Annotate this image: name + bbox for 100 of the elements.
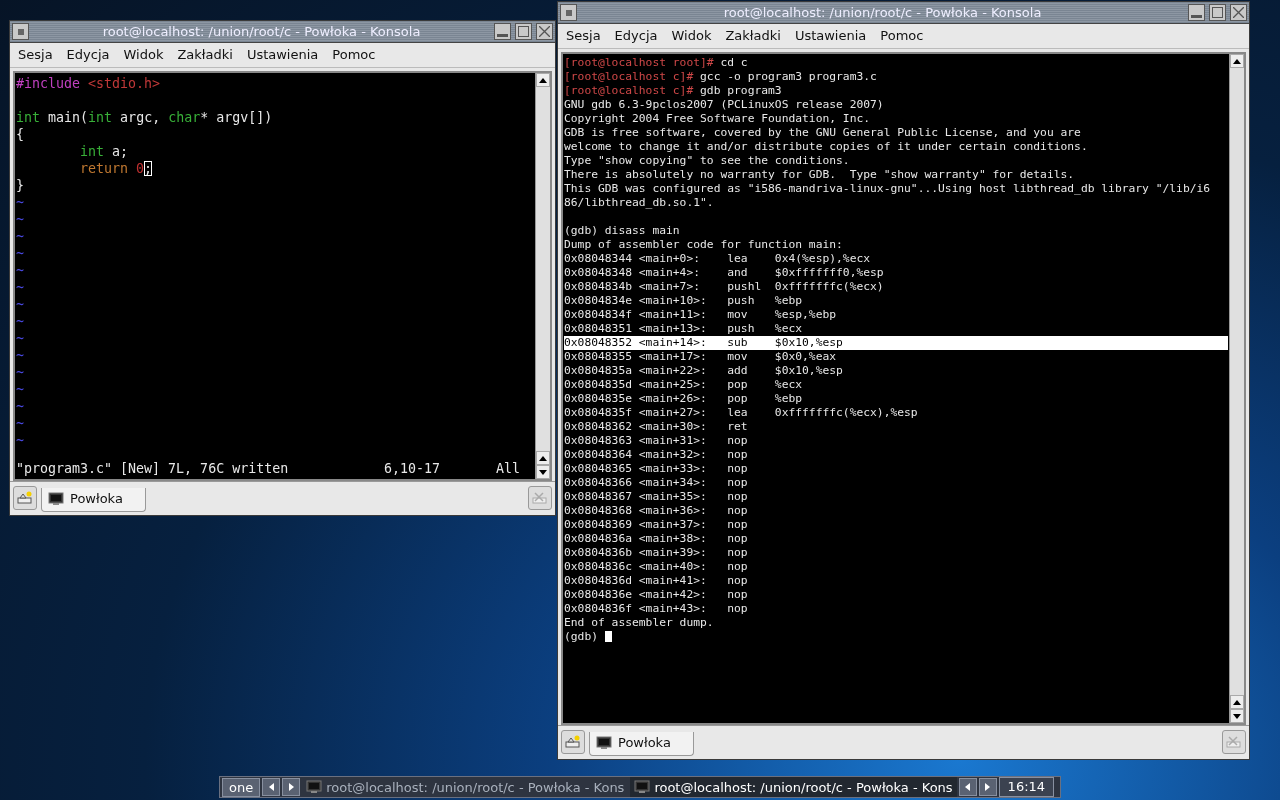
terminal-line: 0x08048362 <main+30>: ret [564, 420, 749, 434]
maximize-button[interactable] [1209, 4, 1226, 21]
close-session-button[interactable] [528, 486, 552, 510]
terminal-line: 0x08048369 <main+37>: nop [564, 518, 749, 532]
new-session-button[interactable] [13, 486, 37, 510]
terminal-line: End of assembler dump. [564, 616, 715, 630]
terminal-line: ~ [16, 364, 25, 381]
scrollbar[interactable] [1229, 54, 1244, 723]
terminal-line: ~ [16, 194, 25, 211]
up-arrow-icon [539, 455, 547, 461]
menu-item[interactable]: Ustawienia [240, 47, 327, 62]
terminal-line: ~ [16, 245, 25, 262]
minimize-icon [497, 34, 508, 37]
close-icon [539, 26, 550, 37]
terminal-line: ~ [16, 228, 25, 245]
new-session-button[interactable] [561, 730, 585, 754]
minimize-button[interactable] [494, 23, 511, 40]
menu-item[interactable]: Pomoc [326, 47, 384, 62]
menu-item[interactable]: Ustawienia [788, 28, 875, 43]
menu-item[interactable]: Zakładki [719, 28, 789, 43]
terminal-icon [634, 780, 651, 794]
menu-item[interactable]: Sesja [12, 47, 61, 62]
session-tab[interactable]: Powłoka [41, 488, 146, 512]
terminal-icon [48, 491, 64, 506]
terminal-line: int a; [79, 143, 130, 160]
window-menu-button[interactable] [12, 23, 29, 40]
terminal-line: 0x0804835d <main+25>: pop %ecx [564, 378, 804, 392]
right-arrow-icon [288, 783, 294, 791]
terminal-line: 0x08048355 <main+17>: mov $0x0,%eax [564, 350, 838, 364]
terminal-line: 0x08048351 <main+13>: push %ecx [564, 322, 804, 336]
terminal-icon [306, 780, 323, 794]
menu-item[interactable]: Widok [665, 28, 720, 43]
session-tab[interactable]: Powłoka [589, 732, 694, 756]
close-button[interactable] [1230, 4, 1247, 21]
menu-item[interactable]: Edycja [608, 28, 666, 43]
terminal-line: welcome to change it and/or distribute copies of it under certain conditions. [564, 140, 1089, 154]
terminal-line: ~ [16, 347, 25, 364]
terminal-line: [root@localhost c]# gcc -o program3 program3.c [564, 70, 878, 84]
close-session-button[interactable] [1222, 730, 1246, 754]
up-arrow-icon [539, 77, 547, 83]
menu-icon [17, 28, 24, 35]
terminal-line: 0x08048364 <main+32>: nop [564, 448, 749, 462]
up-arrow-icon [1233, 699, 1241, 705]
right-arrow-icon [985, 783, 991, 791]
menu-item[interactable]: Pomoc [874, 28, 932, 43]
terminal-line: 0x08048367 <main+35>: nop [564, 490, 749, 504]
close-button[interactable] [536, 23, 553, 40]
minimize-button[interactable] [1188, 4, 1205, 21]
terminal-line: [root@localhost root]# cd c [564, 56, 749, 70]
scrollbar[interactable] [535, 73, 550, 479]
new-session-icon [565, 735, 581, 749]
terminal-line: GDB is free software, covered by the GNU General Public License, and you are [564, 126, 1082, 140]
terminal-line: Dump of assembler code for function main: [564, 238, 844, 252]
window-menu-button[interactable] [560, 4, 577, 21]
terminal-line: Copyright 2004 Free Software Foundation, Inc. [564, 112, 872, 126]
close-session-icon [1226, 735, 1242, 749]
menu-item[interactable]: Zakładki [171, 47, 241, 62]
cursor-position: 6,10-17 [384, 460, 442, 477]
previous-button[interactable] [958, 778, 977, 796]
scroll-up-button[interactable] [1230, 695, 1244, 709]
terminal-line: ~ [16, 398, 25, 415]
scroll-down-button[interactable] [1230, 709, 1244, 723]
terminal-line: Type "show copying" to see the conditions. [564, 154, 851, 168]
next-button[interactable] [978, 778, 997, 796]
new-session-icon [17, 491, 33, 505]
terminal-line: This GDB was configured as "i586-mandriva-linux-gnu"...Using host libthread_db library "/lib/i6 [564, 182, 1212, 196]
scroll-up-button[interactable] [536, 451, 550, 465]
terminal-line: } [16, 177, 25, 194]
tab-label: Powłoka [618, 735, 671, 750]
desktop-pager[interactable]: one [222, 777, 261, 797]
scroll-up-button[interactable] [1230, 54, 1244, 68]
scroll-up-button[interactable] [536, 73, 550, 87]
maximize-icon [1212, 7, 1223, 18]
menu-item[interactable]: Sesja [560, 28, 609, 43]
terminal-line: (gdb) [564, 630, 1228, 644]
window-title: root@localhost: /union/root/c - Powłoka - Konsola [101, 24, 422, 39]
terminal-line: ~ [16, 296, 25, 313]
maximize-button[interactable] [515, 23, 532, 40]
terminal-line: 0x0804834b <main+7>: pushl 0xfffffffc(%ecx) [564, 280, 885, 294]
task-button[interactable]: root@localhost: /union/root/c - Powłoka - Kons [630, 777, 957, 797]
next-button[interactable] [282, 778, 301, 796]
scroll-down-button[interactable] [536, 465, 550, 479]
task-button[interactable]: root@localhost: /union/root/c - Powłoka - Kons [302, 777, 629, 797]
terminal-line: 0x0804835f <main+27>: lea 0xfffffffc(%ecx),%esp [564, 406, 919, 420]
terminal-line: 0x0804836a <main+38>: nop [564, 532, 749, 546]
up-arrow-icon [1233, 58, 1241, 64]
terminal-line: 0x0804834e <main+10>: push %ebp [564, 294, 804, 308]
left-arrow-icon [965, 783, 971, 791]
terminal-line: ~ [16, 381, 25, 398]
close-icon [1233, 7, 1244, 18]
menu-item[interactable]: Widok [117, 47, 172, 62]
terminal-line: { [16, 126, 25, 143]
menu-item[interactable]: Edycja [60, 47, 118, 62]
close-session-icon [532, 491, 548, 505]
window-title: root@localhost: /union/root/c - Powłoka - Konsola [722, 5, 1043, 20]
terminal-icon [596, 735, 612, 750]
previous-button[interactable] [262, 778, 281, 796]
terminal-line: ~ [16, 432, 25, 449]
terminal-line: ~ [16, 211, 25, 228]
terminal-line: 0x0804836c <main+40>: nop [564, 560, 749, 574]
